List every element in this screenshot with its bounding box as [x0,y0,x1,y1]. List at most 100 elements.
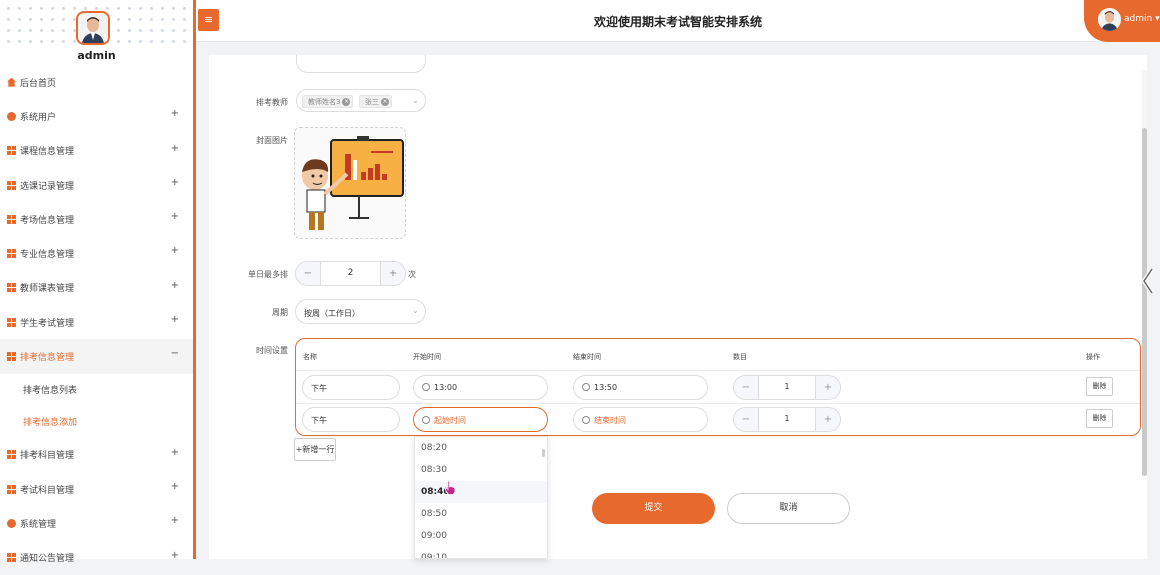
grid-icon [7,180,16,190]
sidebar-subitem-arrangement-add[interactable]: 排考信息添加 [0,406,193,438]
dropdown-scrollbar[interactable] [542,449,545,457]
clock-icon [422,383,430,391]
expand-icon[interactable]: + [171,211,179,222]
sidebar-item-teacher-schedule[interactable]: 教师课表管理 + [0,271,193,305]
sidebar-item-system[interactable]: 系统管理 + [0,506,193,540]
cover-image [302,136,404,230]
end-time-input[interactable]: 结束时间 [573,407,708,432]
scrollbar-thumb[interactable] [1142,128,1147,476]
hand-cursor-icon [444,480,456,495]
row-name-input[interactable]: 下午 [302,375,400,400]
grid-icon [7,146,16,156]
chevron-down-icon: ⌄ [412,306,419,315]
sidebar-item-label: 课程信息管理 [20,147,75,158]
grid-icon [7,317,16,327]
clock-icon [582,383,590,391]
sidebar-item-course[interactable]: 课程信息管理 + [0,134,193,168]
delete-row-button[interactable]: 删除 [1086,377,1113,396]
end-time-input[interactable]: 13:50 [573,375,708,400]
sidebar-item-label: 排考信息列表 [23,386,78,397]
increment-button[interactable]: + [815,376,840,399]
sidebar-item-label: 教师课表管理 [20,284,75,295]
column-header-start: 开始时间 [413,353,441,361]
teacher-select[interactable]: 教师姓名3 × 张三 × ⌄ [296,89,426,112]
sidebar-item-notice[interactable]: 通知公告管理 + [0,541,193,575]
previous-field-remnant [296,55,426,73]
count-value[interactable]: 1 [759,382,815,391]
start-time-placeholder: 起始时间 [434,416,466,425]
cover-upload[interactable] [294,127,406,239]
time-option[interactable]: 09:00 [415,525,547,547]
increment-button[interactable]: + [815,408,840,431]
start-time-input[interactable]: 起始时间 [413,407,548,432]
daily-max-value[interactable]: 2 [321,268,380,278]
avatar [76,11,110,45]
period-value: 按周（工作日） [304,309,360,318]
gear-icon [7,518,16,528]
expand-icon[interactable]: + [171,481,179,492]
increment-button[interactable]: + [380,262,405,285]
decrement-button[interactable]: − [734,376,759,399]
user-menu[interactable]: admin ▾ [1084,0,1160,42]
decrement-button[interactable]: − [296,262,321,285]
time-option[interactable]: 08:30 [415,459,547,481]
side-handle-icon[interactable] [1140,265,1160,297]
count-stepper[interactable]: − 1 + [733,407,841,432]
teacher-tag: 张三 × [359,95,392,108]
sidebar-item-label: 选课记录管理 [20,181,75,192]
grid-icon [7,249,16,259]
expand-icon[interactable]: + [171,143,179,154]
expand-icon[interactable]: + [171,177,179,188]
decrement-button[interactable]: − [734,408,759,431]
expand-icon[interactable]: + [171,447,179,458]
row-divider [296,370,1140,371]
avatar [1098,8,1121,31]
grid-icon [7,553,16,563]
clock-icon [582,416,590,424]
expand-icon[interactable]: + [171,280,179,291]
daily-max-stepper[interactable]: − 2 + [295,261,406,286]
row-divider [296,403,1140,404]
delete-row-button[interactable]: 删除 [1086,409,1113,428]
sidebar-item-label: 考场信息管理 [20,215,75,226]
grid-icon [7,214,16,224]
user-name: admin ▾ [1124,14,1160,24]
close-icon[interactable]: × [381,98,389,106]
row-name-input[interactable]: 下午 [302,407,400,432]
count-value[interactable]: 1 [759,414,815,423]
time-option[interactable]: 08:20 [415,437,547,459]
sidebar-item-arrangement-subject[interactable]: 排考科目管理 + [0,438,193,472]
expand-icon[interactable]: + [171,314,179,325]
grid-icon [7,450,16,460]
expand-icon[interactable]: + [171,245,179,256]
sidebar-item-major[interactable]: 专业信息管理 + [0,236,193,270]
grid-icon [7,352,16,362]
expand-icon[interactable]: + [171,108,179,119]
expand-icon[interactable]: + [171,515,179,526]
sidebar-username: admin [77,49,116,62]
sidebar-subitem-arrangement-list[interactable]: 排考信息列表 [0,374,193,406]
close-icon[interactable]: × [342,98,351,106]
sidebar-item-exam-room[interactable]: 考场信息管理 + [0,202,193,236]
sidebar: admin 后台首页 系统用户 + 课程信息管理 + 选课记录管理 + 考场信息… [0,0,196,564]
sidebar-item-enrollment[interactable]: 选课记录管理 + [0,168,193,202]
time-option-selected[interactable]: 08:40 [415,481,547,503]
sidebar-item-home[interactable]: 后台首页 [0,65,193,99]
page-title: 欢迎使用期末考试智能安排系统 [593,15,762,29]
count-stepper[interactable]: − 1 + [733,375,841,400]
daily-max-unit: 次 [408,270,416,279]
time-option[interactable]: 09:10 [415,547,547,558]
time-option[interactable]: 08:50 [415,503,547,525]
cancel-button[interactable]: 取消 [727,493,850,524]
sidebar-item-system-users[interactable]: 系统用户 + [0,99,193,133]
add-row-button[interactable]: +新增一行 [294,438,336,461]
start-time-input[interactable]: 13:00 [413,375,548,400]
sidebar-item-student-exam[interactable]: 学生考试管理 + [0,305,193,339]
sidebar-item-label: 考试科目管理 [20,485,75,496]
period-select[interactable]: 按周（工作日） ⌄ [295,299,426,324]
time-picker-dropdown: 08:20 08:30 08:40 08:50 09:00 09:10 [414,436,548,559]
sidebar-item-exam-subject[interactable]: 考试科目管理 + [0,472,193,506]
collapse-icon[interactable]: − [171,348,179,359]
sidebar-item-exam-arrangement[interactable]: 排考信息管理 − [0,339,193,374]
submit-button[interactable]: 提交 [592,493,715,524]
